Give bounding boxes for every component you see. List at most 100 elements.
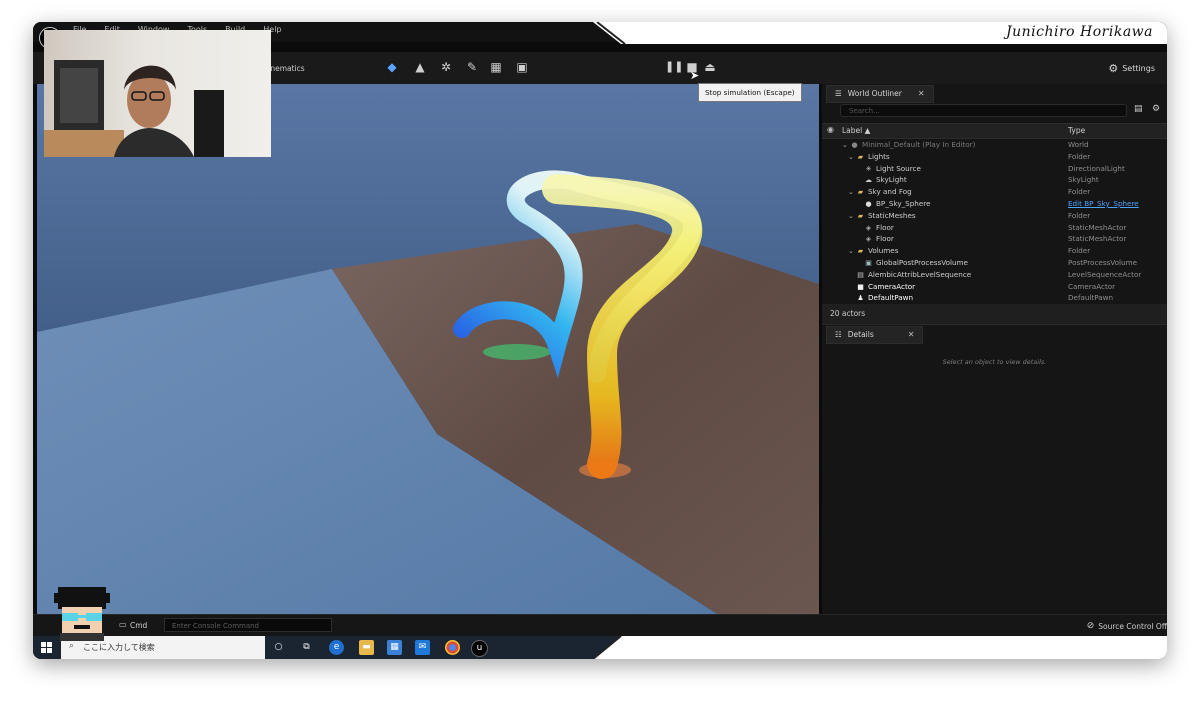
chrome-icon[interactable]	[445, 640, 460, 655]
outliner-tab-title: World Outliner	[847, 89, 902, 98]
blueprint-cube-icon[interactable]: ◆	[385, 60, 399, 74]
row-label: CameraActor	[868, 281, 916, 291]
row-label: Light Source	[876, 163, 921, 173]
geometry-mode-icon[interactable]: ▣	[515, 60, 529, 74]
settings-button[interactable]: ⚙ Settings	[1108, 62, 1155, 75]
presenter-name: Junichiro Horikawa	[1006, 24, 1153, 40]
actor-count: 20 actors	[822, 304, 1167, 324]
row-type: SkyLight	[1068, 175, 1099, 185]
details-hint: Select an object to view details.	[942, 358, 1047, 366]
row-type: DirectionalLight	[1068, 163, 1125, 173]
status-bar: ▭ Cmd Enter Console Command ⊘ Source Con…	[33, 614, 1167, 637]
search-icon: ⌕	[69, 641, 75, 651]
mesh-paint-icon[interactable]: ▦	[489, 60, 503, 74]
row-label: Floor	[876, 234, 894, 244]
row-label: AlembicAttribLevelSequence	[868, 269, 972, 279]
row-label: BP_Sky_Sphere	[876, 198, 931, 208]
source-control-off-icon: ⊘	[1086, 621, 1095, 631]
list-item[interactable]: ✳ Light Source DirectionalLight	[822, 163, 1167, 175]
gear-icon: ⚙	[1108, 62, 1119, 75]
row-label: StaticMeshes	[868, 210, 916, 220]
list-item[interactable]: ⌄ ▰ StaticMeshes Folder	[822, 210, 1167, 222]
pixel-avatar	[50, 583, 114, 641]
visibility-eye-icon[interactable]: ◉	[827, 125, 834, 134]
pixel-avatar-art	[54, 587, 110, 641]
mouse-cursor-icon: ➤	[690, 69, 700, 82]
column-label[interactable]: Label ▲	[842, 126, 870, 135]
list-item[interactable]: ◈ Floor StaticMeshActor	[822, 222, 1167, 234]
console-input[interactable]: Enter Console Command	[164, 618, 332, 632]
row-type: Folder	[1068, 187, 1091, 197]
list-item[interactable]: ⌄ ▰ Lights Folder	[822, 151, 1167, 163]
row-type: CameraActor	[1068, 281, 1116, 291]
outliner-header: ◉ Label ▲ Type	[822, 123, 1167, 139]
source-control-button[interactable]: ⊘ Source Control Off	[1087, 621, 1167, 631]
outliner-settings-icon[interactable]: ⚙	[1152, 104, 1160, 114]
details-panel: ☷ Details ✕ Select an object to view det…	[822, 324, 1167, 615]
file-explorer-icon[interactable]: ▬	[359, 640, 374, 655]
row-type: Folder	[1068, 210, 1091, 220]
outliner-tree: ⌄ ● Minimal_Default (Play In Editor) World…	[822, 139, 1167, 304]
list-item[interactable]: ● BP_Sky_Sphere Edit BP_Sky_Sphere	[822, 198, 1167, 210]
list-item[interactable]: ⌄ ▰ Volumes Folder	[822, 245, 1167, 257]
row-label: SkyLight	[876, 175, 907, 185]
list-item[interactable]: ♟ DefaultPawn DefaultPawn	[822, 292, 1167, 304]
level-viewport[interactable]	[37, 84, 819, 614]
details-icon: ☷	[835, 330, 842, 339]
task-view-icon[interactable]: ⧉	[299, 640, 314, 655]
list-item[interactable]: ☁ SkyLight SkyLight	[822, 174, 1167, 186]
add-folder-icon[interactable]: ▤	[1134, 104, 1143, 114]
cmd-label[interactable]: Cmd	[130, 621, 147, 630]
stop-tooltip: Stop simulation (Escape)	[698, 83, 802, 102]
webcam-scene	[44, 60, 224, 157]
foliage-mode-icon[interactable]: ✲	[439, 60, 453, 74]
edge-browser-icon[interactable]: e	[329, 640, 344, 655]
row-type: PostProcessVolume	[1068, 257, 1138, 267]
row-type: Folder	[1068, 151, 1091, 161]
close-icon[interactable]: ✕	[918, 86, 925, 102]
settings-label: Settings	[1122, 64, 1155, 73]
list-item[interactable]: ■ CameraActor CameraActor	[822, 281, 1167, 293]
eject-icon[interactable]: ⏏	[703, 60, 717, 74]
row-label: Volumes	[868, 246, 899, 256]
banner-bottom-shape	[593, 636, 1167, 659]
presenter-banner: Junichiro Horikawa	[593, 22, 1167, 44]
row-label: Lights	[868, 151, 890, 161]
details-tab-title: Details	[847, 330, 874, 339]
windows-start-icon[interactable]	[41, 642, 52, 653]
close-icon[interactable]: ✕	[908, 327, 915, 343]
list-item[interactable]: ⌄ ● Minimal_Default (Play In Editor) World	[822, 139, 1167, 151]
list-item[interactable]: ▣ GlobalPostProcessVolume PostProcessVolu…	[822, 257, 1167, 269]
row-type: World	[1068, 140, 1089, 149]
row-type: LevelSequenceActor	[1068, 269, 1142, 279]
outliner-icon: ☰	[835, 89, 842, 98]
paint-mode-icon[interactable]: ✎	[465, 60, 479, 74]
row-label: Sky and Fog	[868, 187, 912, 197]
store-icon[interactable]: ▦	[387, 640, 402, 655]
list-item[interactable]: ▤ AlembicAttribLevelSequence LevelSequenc…	[822, 269, 1167, 281]
pause-icon[interactable]: ❚❚	[665, 60, 683, 74]
tab-details[interactable]: ☷ Details ✕	[826, 326, 924, 344]
edit-blueprint-link[interactable]: Edit BP_Sky_Sphere	[1068, 198, 1139, 210]
outliner-search-input[interactable]: Search...	[840, 104, 1127, 117]
world-outliner-panel: ☰ World Outliner ✕ Search... ▤ ⚙ ◉ Label…	[822, 84, 1167, 324]
list-item[interactable]: ⌄ ▰ Sky and Fog Folder	[822, 186, 1167, 198]
row-label: DefaultPawn	[868, 293, 914, 303]
landscape-mode-icon[interactable]: ▲	[413, 60, 427, 74]
source-control-label: Source Control Off	[1098, 621, 1167, 631]
row-type: StaticMeshActor	[1068, 222, 1127, 232]
column-type[interactable]: Type	[1068, 126, 1085, 135]
row-label: Minimal_Default (Play In Editor)	[862, 140, 976, 149]
row-type: Folder	[1068, 246, 1091, 256]
row-type: StaticMeshActor	[1068, 234, 1127, 244]
row-label: GlobalPostProcessVolume	[876, 257, 968, 267]
cortana-icon[interactable]: ○	[271, 640, 286, 655]
viewport-scene	[37, 170, 819, 614]
row-type: DefaultPawn	[1068, 293, 1114, 303]
row-label: Floor	[876, 222, 894, 232]
webcam-overlay	[44, 30, 271, 157]
unreal-engine-taskbar-icon[interactable]: u	[471, 640, 488, 657]
tab-world-outliner[interactable]: ☰ World Outliner ✕	[826, 85, 934, 103]
mail-icon[interactable]: ✉	[415, 640, 430, 655]
list-item[interactable]: ◈ Floor StaticMeshActor	[822, 233, 1167, 245]
